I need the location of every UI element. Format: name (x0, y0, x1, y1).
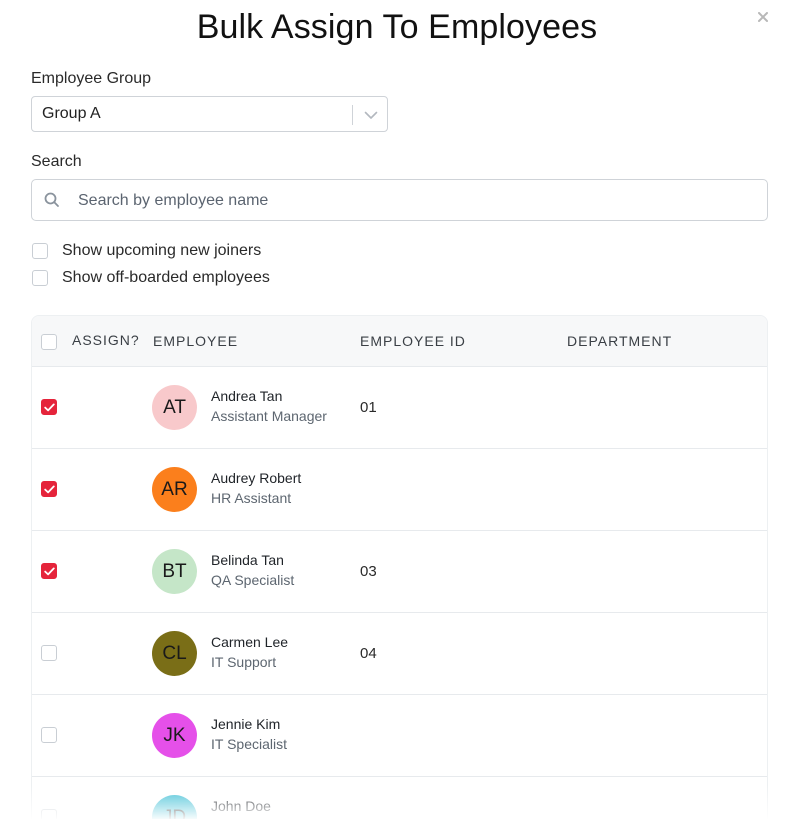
assign-checkbox[interactable] (41, 481, 57, 497)
assign-checkbox[interactable] (41, 399, 57, 415)
assign-checkbox[interactable] (41, 727, 57, 743)
search-box (31, 179, 768, 222)
check-icon (43, 403, 55, 411)
employee-job-title: Assistant Manager (211, 408, 327, 424)
avatar: AT (152, 385, 197, 430)
table-row[interactable]: CL Carmen Lee IT Support 04 (32, 613, 767, 695)
table-row[interactable]: JK Jennie Kim IT Specialist (32, 695, 767, 777)
employee-id: 04 (360, 645, 377, 662)
table-row[interactable]: JD John Doe (32, 777, 767, 819)
employee-job-title: HR Assistant (211, 490, 292, 506)
column-header-assign: ASSIGN? (72, 332, 140, 348)
employee-name: Jennie Kim (211, 716, 281, 732)
bulk-assign-modal: Bulk Assign To Employees Employee Group … (0, 0, 794, 819)
modal-title: Bulk Assign To Employees (196, 8, 598, 46)
table-header: ASSIGN? EMPLOYEE EMPLOYEE ID DEPARTMENT (32, 316, 767, 367)
avatar: JK (152, 713, 197, 758)
employee-group-label: Employee Group (31, 70, 152, 87)
close-button[interactable] (752, 6, 774, 28)
table-row[interactable]: AT Andrea Tan Assistant Manager 01 (32, 367, 767, 449)
employee-id: 03 (360, 563, 377, 580)
check-icon (43, 567, 55, 575)
assign-checkbox[interactable] (41, 563, 57, 579)
employee-job-title: QA Specialist (211, 572, 295, 588)
column-header-employee-id: EMPLOYEE ID (360, 333, 466, 349)
search-input[interactable] (76, 180, 760, 222)
table-row[interactable]: AR Audrey Robert HR Assistant (32, 449, 767, 531)
avatar: AR (152, 467, 197, 512)
employee-name: John Doe (211, 798, 271, 814)
avatar: CL (152, 631, 197, 676)
employee-job-title: IT Specialist (211, 736, 287, 752)
column-header-department: DEPARTMENT (567, 333, 673, 349)
chevron-down-icon[interactable] (362, 106, 380, 124)
employee-group-value: Group A (42, 105, 101, 122)
employee-table: ASSIGN? EMPLOYEE EMPLOYEE ID DEPARTMENT … (31, 315, 768, 819)
employee-group-select[interactable]: Group A (31, 96, 388, 132)
close-icon (758, 12, 768, 22)
upcoming-joiners-label: Show upcoming new joiners (62, 242, 262, 259)
column-header-employee: EMPLOYEE (153, 333, 239, 349)
offboarded-checkbox[interactable] (32, 270, 48, 286)
avatar: BT (152, 549, 197, 594)
employee-name: Carmen Lee (211, 634, 289, 650)
upcoming-joiners-checkbox[interactable] (32, 243, 48, 259)
select-all-checkbox[interactable] (41, 334, 57, 350)
avatar: JD (152, 795, 197, 819)
employee-name: Audrey Robert (211, 470, 302, 486)
employee-id: 01 (360, 399, 377, 416)
search-label: Search (31, 153, 82, 170)
offboarded-label: Show off-boarded employees (62, 269, 270, 286)
employee-name: Andrea Tan (211, 388, 283, 404)
select-divider (352, 105, 353, 125)
assign-checkbox[interactable] (41, 645, 57, 661)
employee-name: Belinda Tan (211, 552, 284, 568)
assign-checkbox[interactable] (41, 809, 57, 819)
search-icon (44, 192, 59, 207)
employee-job-title: IT Support (211, 654, 277, 670)
table-row[interactable]: BT Belinda Tan QA Specialist 03 (32, 531, 767, 613)
check-icon (43, 485, 55, 493)
